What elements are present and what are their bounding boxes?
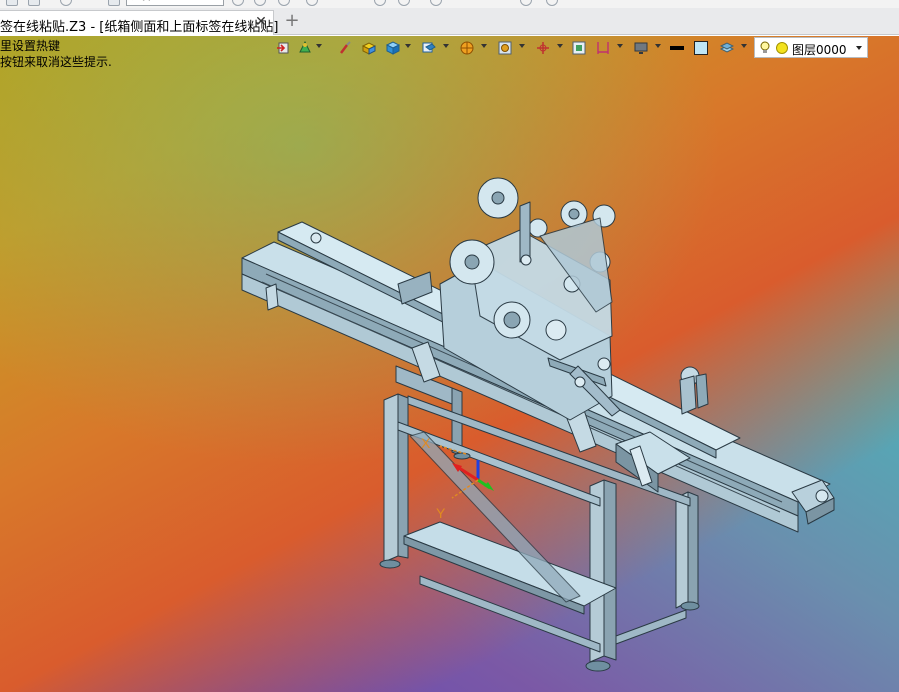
chevron-down-icon (557, 44, 563, 48)
machine-model[interactable]: X Y (0, 36, 899, 692)
close-icon[interactable]: ✕ (252, 13, 270, 31)
render-mode-button[interactable] (298, 39, 324, 57)
tab-label: 签在线粘贴.Z3 - [纸箱侧面和上面标签在线粘贴] (0, 20, 279, 35)
settings-icon[interactable] (398, 0, 410, 6)
folder-icon[interactable] (28, 0, 40, 6)
layer-name: 图层0000 (792, 43, 847, 57)
pick-icon[interactable] (306, 0, 318, 6)
tab-document[interactable]: 签在线粘贴.Z3 - [纸箱侧面和上面标签在线粘贴] ✕ (0, 10, 278, 35)
x-axis-label: X (421, 435, 431, 451)
chevron-down-icon (519, 44, 525, 48)
redo-icon[interactable] (254, 0, 266, 6)
main-toolbar: 选择 (0, 0, 899, 8)
chevron-down-icon (741, 44, 747, 48)
help-icon[interactable] (430, 0, 442, 6)
measure-icon[interactable] (374, 0, 386, 6)
shade-cube-button[interactable] (386, 39, 412, 57)
exit-icon[interactable] (276, 39, 292, 57)
hint-line-2: 按钮来取消这些提示. (0, 55, 112, 69)
pan-button[interactable] (536, 39, 564, 57)
material-icon[interactable] (362, 39, 378, 57)
view-cube-button[interactable] (422, 39, 450, 57)
hint-text: 里设置热键 按钮来取消这些提示. (0, 38, 112, 70)
filter-icon[interactable] (108, 0, 120, 6)
chevron-down-icon (443, 44, 449, 48)
fit-view-icon[interactable] (572, 39, 588, 57)
render-icon[interactable] (546, 0, 558, 6)
model-viewport[interactable]: 里设置热键 按钮来取消这些提示. 图层0000 X Y (0, 36, 899, 692)
section-button[interactable] (460, 39, 488, 57)
zoom-button[interactable] (498, 39, 526, 57)
paint-icon[interactable] (338, 39, 354, 57)
layer-select[interactable]: 图层0000 (754, 37, 868, 58)
dimension-button[interactable] (596, 39, 624, 57)
undo-icon[interactable] (232, 0, 244, 6)
line-color-icon[interactable] (670, 39, 686, 57)
chevron-down-icon[interactable] (856, 46, 862, 50)
file-icon[interactable] (6, 0, 18, 6)
chevron-down-icon (617, 44, 623, 48)
fill-color-icon[interactable] (694, 39, 710, 57)
select-icon[interactable] (278, 0, 290, 6)
layer-color-icon (776, 42, 788, 54)
chevron-down-icon (316, 44, 322, 48)
chevron-down-icon (481, 44, 487, 48)
filter-combo[interactable]: 选择 (126, 0, 224, 6)
view-icon[interactable] (520, 0, 532, 6)
filter-combo-value: 选择 (131, 0, 153, 2)
chevron-down-icon (655, 44, 661, 48)
chevron-down-icon (405, 44, 411, 48)
y-axis-label: Y (436, 505, 446, 521)
shape-icon[interactable] (60, 0, 72, 6)
hint-line-1: 里设置热键 (0, 39, 61, 53)
new-tab-button[interactable]: + (283, 11, 301, 31)
display-button[interactable] (634, 39, 662, 57)
tab-bar: 签在线粘贴.Z3 - [纸箱侧面和上面标签在线粘贴] ✕ + (0, 8, 899, 35)
bulb-icon[interactable] (760, 41, 770, 54)
layer-manager-button[interactable] (720, 39, 748, 57)
